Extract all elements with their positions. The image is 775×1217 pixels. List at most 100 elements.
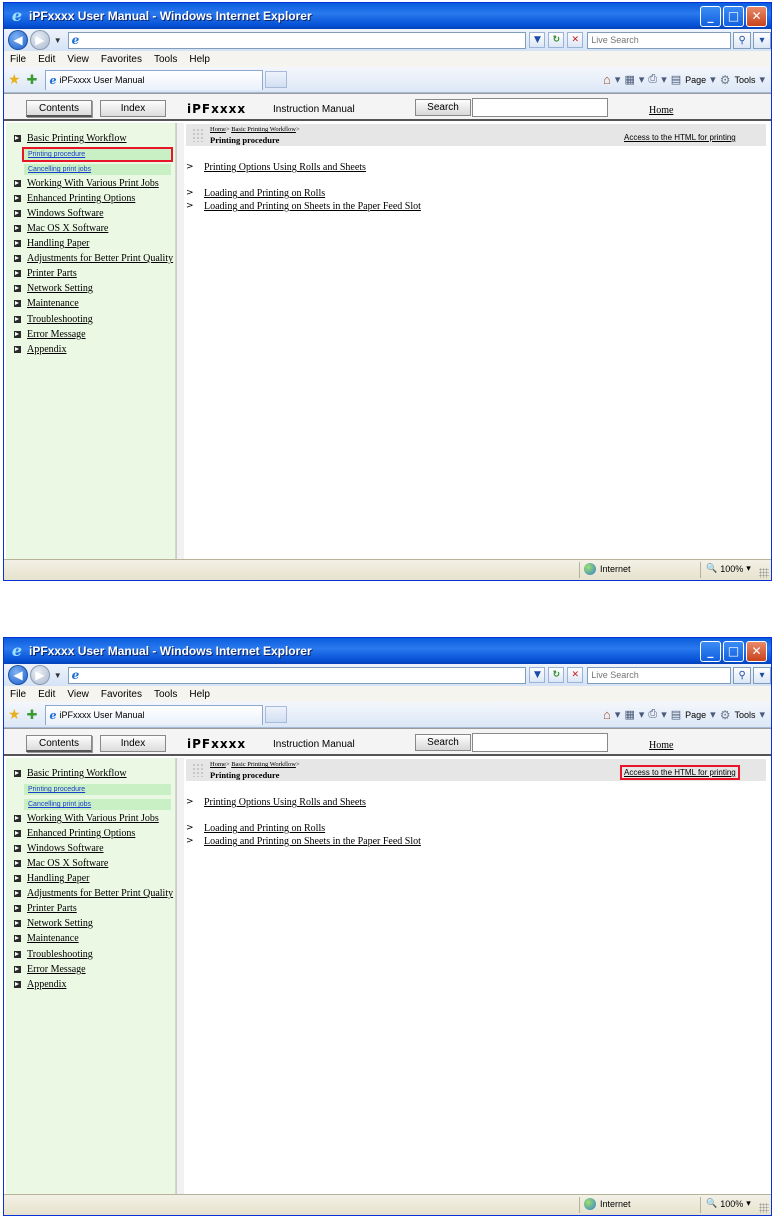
sidebar-item[interactable]: Appendix bbox=[14, 979, 66, 990]
address-bar[interactable]: e bbox=[67, 666, 527, 684]
add-favorites-icon[interactable]: ✚ bbox=[27, 72, 38, 88]
home-link[interactable]: Home bbox=[649, 740, 673, 751]
history-dropdown-icon[interactable]: ▼ bbox=[54, 671, 62, 680]
address-dropdown-icon[interactable]: ▼ bbox=[529, 667, 546, 683]
sidebar-item[interactable]: Maintenance bbox=[14, 298, 79, 309]
sidebar-item[interactable]: Printer Parts bbox=[14, 268, 77, 279]
history-dropdown-icon[interactable]: ▼ bbox=[54, 36, 62, 45]
feeds-icon[interactable]: ▦ bbox=[624, 73, 634, 86]
sidebar-item[interactable]: Enhanced Printing Options bbox=[14, 828, 135, 839]
breadcrumb-home[interactable]: Home bbox=[210, 126, 226, 133]
print-dropdown-icon[interactable]: ▾ bbox=[661, 708, 667, 721]
menu-edit[interactable]: Edit bbox=[38, 54, 55, 65]
sidebar-item-basic-printing-workflow[interactable]: Basic Printing Workflow bbox=[14, 133, 127, 144]
browser-tab[interactable]: e iPFxxxx User Manual bbox=[45, 704, 264, 725]
search-input[interactable] bbox=[472, 733, 608, 752]
breadcrumb-section[interactable]: Basic Printing Workflow bbox=[231, 126, 296, 133]
forward-arrow-icon[interactable]: ▶ bbox=[29, 30, 50, 50]
link-loading-sheets[interactable]: Loading and Printing on Sheets in the Pa… bbox=[204, 836, 421, 847]
feeds-dropdown-icon[interactable]: ▾ bbox=[639, 73, 645, 86]
sidebar-item[interactable]: Network Setting bbox=[14, 283, 93, 294]
menu-view[interactable]: View bbox=[67, 689, 89, 700]
zoom-control[interactable]: 🔍 100% ▾ bbox=[706, 563, 751, 574]
stop-icon[interactable]: ✕ bbox=[567, 32, 584, 48]
resize-grip[interactable] bbox=[759, 568, 769, 578]
new-tab-button[interactable] bbox=[265, 706, 288, 723]
breadcrumb-home[interactable]: Home bbox=[210, 761, 226, 768]
refresh-icon[interactable]: ↻ bbox=[548, 32, 565, 48]
sidebar-item[interactable]: Windows Software bbox=[14, 843, 104, 854]
live-search-input[interactable] bbox=[587, 666, 732, 684]
access-html-printing-link[interactable]: Access to the HTML for printing bbox=[620, 765, 740, 780]
menu-file[interactable]: File bbox=[10, 54, 26, 65]
sidebar-item[interactable]: Handling Paper bbox=[14, 873, 90, 884]
menu-view[interactable]: View bbox=[67, 54, 89, 65]
sidebar-item[interactable]: Error Message bbox=[14, 329, 86, 340]
sidebar-item[interactable]: Windows Software bbox=[14, 208, 104, 219]
sidebar-item[interactable]: Printer Parts bbox=[14, 903, 77, 914]
close-button[interactable]: ✕ bbox=[746, 5, 767, 27]
tools-dropdown-icon[interactable]: ▾ bbox=[759, 708, 765, 721]
search-options-dropdown-icon[interactable]: ▾ bbox=[753, 666, 771, 684]
sidebar-item[interactable]: Adjustments for Better Print Quality bbox=[14, 888, 173, 899]
sidebar-item[interactable]: Network Setting bbox=[14, 918, 93, 929]
print-icon[interactable]: ⎙ bbox=[648, 73, 657, 86]
add-favorites-icon[interactable]: ✚ bbox=[27, 707, 38, 723]
maximize-button[interactable]: □ bbox=[723, 5, 744, 27]
tab-index[interactable]: Index bbox=[100, 100, 166, 117]
print-dropdown-icon[interactable]: ▾ bbox=[661, 73, 667, 86]
sidebar-item[interactable]: Working With Various Print Jobs bbox=[14, 178, 159, 189]
sidebar-item[interactable]: Enhanced Printing Options bbox=[14, 193, 135, 204]
browser-tab[interactable]: e iPFxxxx User Manual bbox=[45, 69, 264, 90]
sidebar-item[interactable]: Working With Various Print Jobs bbox=[14, 813, 159, 824]
stop-icon[interactable]: ✕ bbox=[567, 667, 584, 683]
minimize-button[interactable]: _ bbox=[700, 640, 721, 662]
new-tab-button[interactable] bbox=[265, 71, 288, 88]
zoom-dropdown-icon[interactable]: ▾ bbox=[746, 563, 751, 574]
sidebar-scrollbar[interactable] bbox=[176, 123, 184, 559]
security-zone[interactable]: Internet bbox=[584, 1198, 631, 1210]
sidebar-item[interactable]: Maintenance bbox=[14, 933, 79, 944]
menu-edit[interactable]: Edit bbox=[38, 689, 55, 700]
sidebar-subitem-cancelling-print-jobs[interactable]: Cancelling print jobs bbox=[24, 164, 171, 175]
address-bar[interactable]: e bbox=[67, 31, 527, 49]
sidebar-item[interactable]: Adjustments for Better Print Quality bbox=[14, 253, 173, 264]
link-printing-options[interactable]: Printing Options Using Rolls and Sheets bbox=[204, 797, 366, 808]
feeds-dropdown-icon[interactable]: ▾ bbox=[639, 708, 645, 721]
address-input[interactable] bbox=[83, 668, 526, 682]
sidebar-item[interactable]: Appendix bbox=[14, 344, 66, 355]
page-dropdown-icon[interactable]: ▾ bbox=[710, 73, 716, 86]
page-menu[interactable]: Page bbox=[685, 710, 706, 720]
tab-contents[interactable]: Contents bbox=[26, 735, 92, 752]
tools-menu[interactable]: Tools bbox=[734, 710, 755, 720]
back-arrow-icon[interactable]: ◀ bbox=[8, 665, 28, 685]
zoom-control[interactable]: 🔍 100% ▾ bbox=[706, 1198, 751, 1209]
page-dropdown-icon[interactable]: ▾ bbox=[710, 708, 716, 721]
live-search-input[interactable] bbox=[587, 31, 732, 49]
home-dropdown-icon[interactable]: ▾ bbox=[615, 73, 621, 86]
search-button[interactable]: Search bbox=[415, 99, 471, 116]
sidebar-item[interactable]: Mac OS X Software bbox=[14, 858, 108, 869]
print-icon[interactable]: ⎙ bbox=[648, 708, 657, 721]
menu-help[interactable]: Help bbox=[189, 689, 210, 700]
sidebar-item[interactable]: Troubleshooting bbox=[14, 949, 93, 960]
breadcrumb-section[interactable]: Basic Printing Workflow bbox=[231, 761, 296, 768]
page-menu[interactable]: Page bbox=[685, 75, 706, 85]
favorites-star-icon[interactable]: ★ bbox=[8, 706, 21, 723]
search-button[interactable]: Search bbox=[415, 734, 471, 751]
link-loading-rolls[interactable]: Loading and Printing on Rolls bbox=[204, 823, 325, 834]
refresh-icon[interactable]: ↻ bbox=[548, 667, 565, 683]
security-zone[interactable]: Internet bbox=[584, 563, 631, 575]
address-dropdown-icon[interactable]: ▼ bbox=[529, 32, 546, 48]
menu-favorites[interactable]: Favorites bbox=[101, 54, 142, 65]
zoom-dropdown-icon[interactable]: ▾ bbox=[746, 1198, 751, 1209]
sidebar-item[interactable]: Handling Paper bbox=[14, 238, 90, 249]
sidebar-subitem-printing-procedure[interactable]: Printing procedure bbox=[22, 147, 173, 162]
resize-grip[interactable] bbox=[759, 1203, 769, 1213]
sidebar-item[interactable]: Mac OS X Software bbox=[14, 223, 108, 234]
tools-menu[interactable]: Tools bbox=[734, 75, 755, 85]
menu-tools[interactable]: Tools bbox=[154, 689, 177, 700]
tab-index[interactable]: Index bbox=[100, 735, 166, 752]
menu-help[interactable]: Help bbox=[189, 54, 210, 65]
sidebar-subitem-cancelling-print-jobs[interactable]: Cancelling print jobs bbox=[24, 799, 171, 810]
